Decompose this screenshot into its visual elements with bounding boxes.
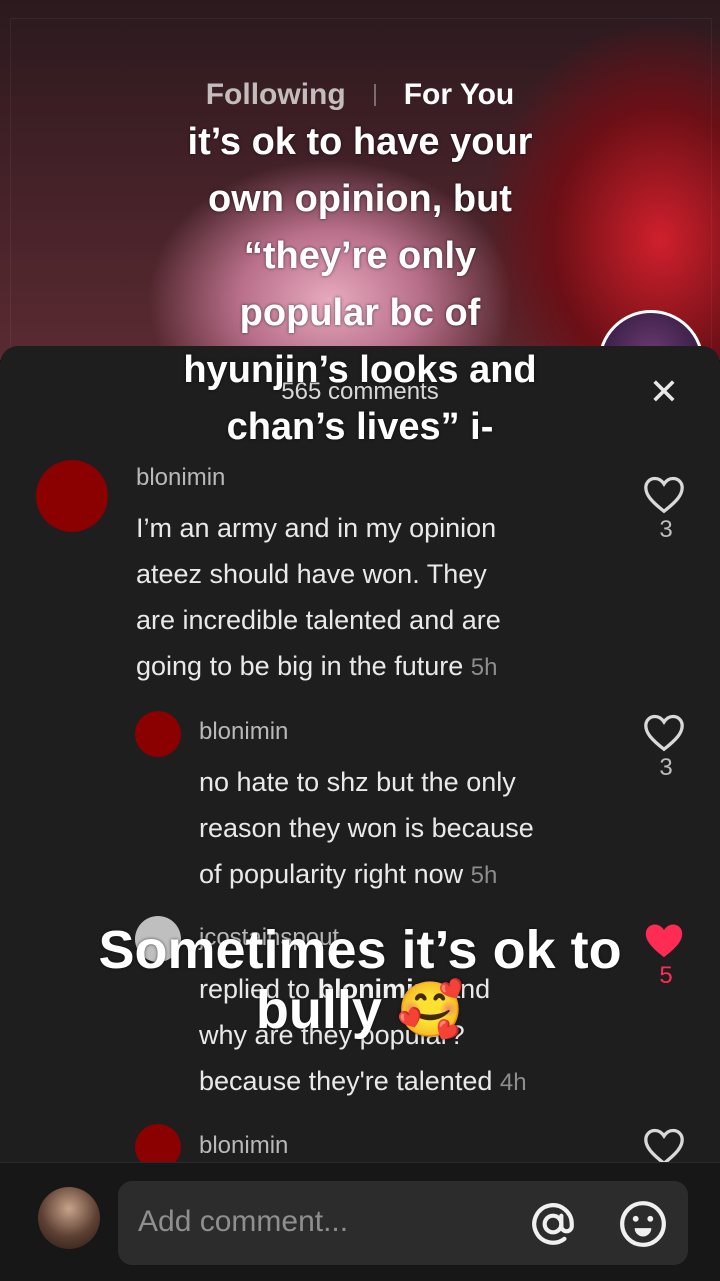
- tab-for-you[interactable]: For You: [404, 78, 515, 112]
- comment-line: no hate to shz but the only: [199, 767, 516, 797]
- caption-line: it’s ok to have your: [187, 121, 533, 163]
- caption-line: chan’s lives” i-: [226, 406, 494, 448]
- feed-tabs: Following For You: [0, 78, 720, 112]
- comment-time: 4h: [499, 1069, 527, 1096]
- comment-time: 5h: [470, 862, 498, 889]
- like-button[interactable]: [642, 1126, 690, 1166]
- avatar[interactable]: [38, 1187, 100, 1249]
- heart-icon: [644, 476, 684, 514]
- comment-username[interactable]: blonimin: [199, 1132, 288, 1160]
- like-count: 3: [659, 516, 673, 543]
- caption-line: hyunjin’s looks and: [183, 349, 537, 391]
- avatar[interactable]: [36, 460, 108, 532]
- comment-username[interactable]: blonimin: [199, 718, 288, 746]
- heart-icon: [644, 714, 684, 752]
- comments-panel: 565 comments ✕ blonimin I’m an army and …: [0, 346, 720, 1280]
- caption-line: “they’re only: [243, 235, 477, 277]
- comment-text: no hate to shz but the only reason they …: [199, 759, 639, 899]
- caption-line: own opinion, but: [208, 178, 512, 220]
- comment-username[interactable]: blonimin: [136, 464, 225, 492]
- comment-text: I’m an army and in my opinion ateez shou…: [136, 505, 616, 691]
- caption-line: Sometimes it’s ok to: [98, 920, 622, 980]
- caption-line: popular bc of: [239, 292, 481, 334]
- comment-line: I’m an army and in my opinion: [136, 513, 497, 543]
- like-count: 3: [659, 754, 673, 781]
- caption-line: bully 🥰: [255, 980, 465, 1040]
- comment-input-bar: Add comment...: [0, 1162, 720, 1281]
- comment-line: reason they won is because: [199, 813, 534, 843]
- comment-line: because they're talented: [199, 1066, 493, 1096]
- comment-input[interactable]: Add comment...: [118, 1181, 688, 1265]
- comment-line: going to be big in the future: [136, 651, 464, 681]
- comment-input-placeholder: Add comment...: [138, 1205, 349, 1238]
- comment-time: 5h: [470, 654, 498, 681]
- like-button[interactable]: 3: [642, 712, 690, 782]
- at-icon[interactable]: [528, 1199, 578, 1249]
- like-button[interactable]: 3: [642, 474, 690, 544]
- comment-line: ateez should have won. They: [136, 559, 487, 589]
- video-caption-top: it’s ok to have your own opinion, but “t…: [0, 114, 720, 456]
- comment-line: are incredible talented and are: [136, 605, 501, 635]
- comment-line: of popularity right now: [199, 859, 464, 889]
- tab-divider: [373, 84, 376, 106]
- avatar[interactable]: [135, 711, 181, 757]
- video-caption-bottom: Sometimes it’s ok to bully 🥰: [0, 920, 720, 1040]
- heart-icon: [644, 1128, 684, 1166]
- tab-following[interactable]: Following: [206, 78, 346, 112]
- emoji-icon[interactable]: [618, 1199, 668, 1249]
